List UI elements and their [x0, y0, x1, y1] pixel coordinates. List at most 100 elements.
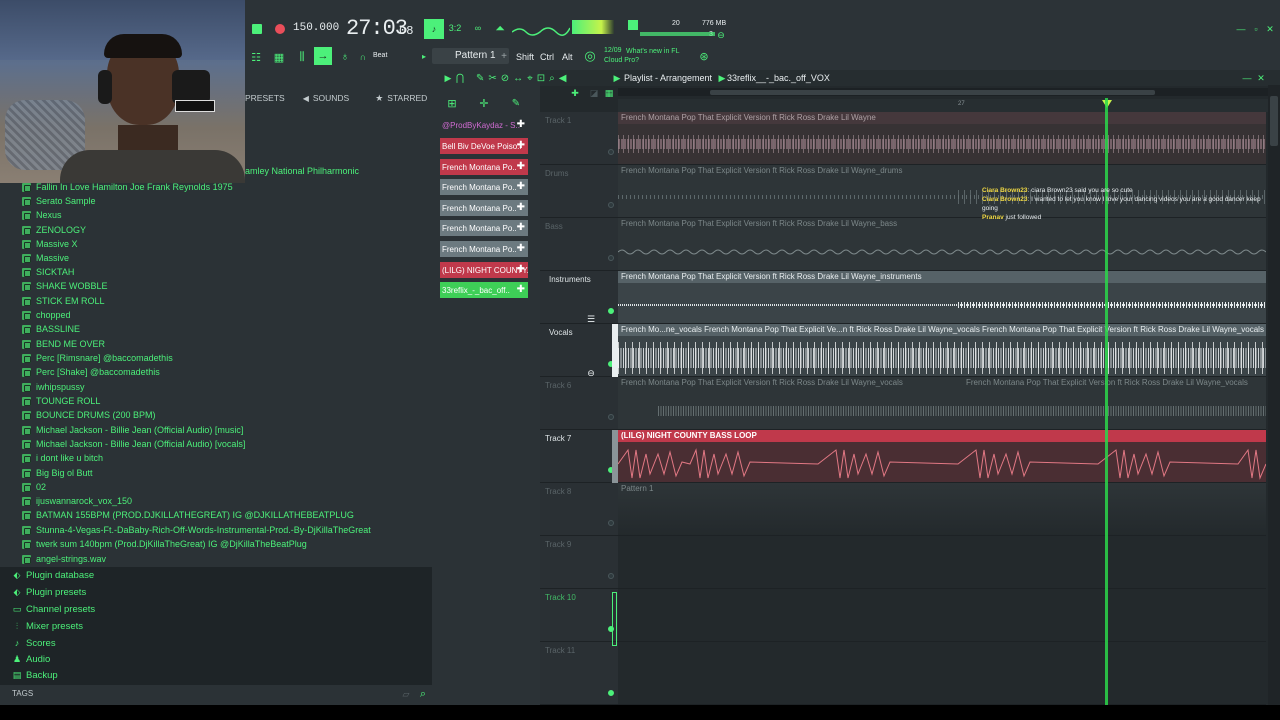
piano-roll-icon[interactable]: ▦	[271, 50, 287, 64]
tempo-display[interactable]: 150.000	[293, 22, 339, 34]
shortcut-scores[interactable]: ♪ Scores	[12, 635, 56, 651]
track-header[interactable]: Track 8	[540, 483, 618, 536]
step-edit-icon[interactable]: ⏶	[492, 20, 508, 36]
playlist-close-icon[interactable]: ✕	[1256, 73, 1266, 83]
scrollbar-thumb[interactable]	[1270, 96, 1278, 146]
track-lane[interactable]: French Montana Pop That Explicit Version…	[618, 377, 1266, 430]
browser-item[interactable]: twerk sum 140bpm (Prod.DjKillaTheGreat) …	[22, 537, 307, 551]
browser-item[interactable]: Massive	[22, 251, 69, 265]
browser-item[interactable]: SHAKE WOBBLE	[22, 279, 108, 293]
browser-item[interactable]: BASSLINE	[22, 322, 80, 336]
channel-button[interactable]: Bell Biv DeVoe Poiso.. ✚	[440, 138, 528, 154]
audio-clip[interactable]: French Montana Pop That Explicit Version…	[618, 377, 1266, 429]
track-lane[interactable]: (LILG) NIGHT COUNTY BASS LOOP	[618, 430, 1266, 483]
track-lane[interactable]	[618, 589, 1266, 642]
channel-add-icon[interactable]: ✚	[517, 264, 525, 275]
browser-item[interactable]: Michael Jackson - Billie Jean (Official …	[22, 423, 243, 437]
magnet-icon[interactable]: ∩	[358, 50, 368, 64]
ctrl-key[interactable]: Ctrl	[540, 52, 554, 62]
track-mute-led[interactable]	[608, 255, 614, 261]
playlist-tools[interactable]: ✎✂⊘↔⌖⊡⌕◀	[476, 72, 592, 84]
timeline-ruler[interactable]	[618, 99, 1268, 112]
channel-add-icon[interactable]: ✚	[517, 161, 525, 172]
channel-button[interactable]: French Montana Po.. ✚	[440, 220, 528, 236]
channel-add-icon[interactable]: ✚	[517, 119, 525, 130]
channel-rack-icon[interactable]: →	[314, 47, 332, 65]
track-link-icon[interactable]: ⊖	[586, 368, 596, 378]
browser-item[interactable]: ZENOLOGY	[22, 223, 86, 237]
step-icon[interactable]: ✛	[478, 97, 490, 110]
audio-clip[interactable]: French Montana Pop That Explicit Version…	[618, 271, 1266, 323]
channel-button[interactable]: @ProdByKaydaz - S.. ✚	[440, 117, 528, 133]
channel-add-icon[interactable]: ✚	[517, 140, 525, 151]
browser-item[interactable]: Michael Jackson - Billie Jean (Official …	[22, 437, 245, 451]
browser-folder-header[interactable]: amley National Philharmonic	[245, 166, 359, 176]
pattern-add-icon[interactable]: +	[500, 51, 508, 62]
restore-icon[interactable]: ▫	[1251, 24, 1261, 34]
track-mute-led[interactable]	[608, 690, 614, 696]
link-icon[interactable]: ⊖	[716, 30, 726, 40]
tab-starred[interactable]: ★ STARRED	[375, 93, 427, 104]
shortcut-channel-presets[interactable]: ▭ Channel presets	[12, 601, 95, 617]
browser-item[interactable]: Perc [Shake] @baccomadethis	[22, 365, 160, 379]
track-mute-led[interactable]	[608, 308, 614, 314]
browser-item[interactable]: TOUNGE ROLL	[22, 394, 100, 408]
shortcut-mixer-presets[interactable]: ⫶ Mixer presets	[12, 618, 83, 634]
track-mute-led[interactable]	[608, 414, 614, 420]
playlist-menu-icon[interactable]: ⋂	[455, 73, 465, 84]
audio-clip[interactable]: (LILG) NIGHT COUNTY BASS LOOP	[618, 430, 1266, 482]
track-lane[interactable]: French Montana Pop That Explicit Version…	[618, 112, 1266, 165]
alt-key[interactable]: Alt	[562, 52, 573, 62]
playlist-play-icon[interactable]: ▶	[443, 73, 453, 83]
browser-item[interactable]: i dont like u bitch	[22, 451, 103, 465]
audio-clip[interactable]: French Montana Pop That Explicit Version…	[618, 112, 1266, 164]
channel-button[interactable]: French Montana Po.. ✚	[440, 241, 528, 257]
browser-item[interactable]: STICK EM ROLL	[22, 294, 105, 308]
channel-button[interactable]: French Montana Po.. ✚	[440, 200, 528, 216]
browser-item[interactable]: iwhipspussy	[22, 380, 85, 394]
shortcut-plugin-presets[interactable]: ⬖ Plugin presets	[12, 584, 87, 600]
channel-add-icon[interactable]: ✚	[517, 222, 525, 233]
track-mute-led[interactable]	[608, 202, 614, 208]
shortcut-plugin-database[interactable]: ⬖ Plugin database	[12, 567, 95, 583]
tags-label[interactable]: TAGS	[12, 689, 33, 698]
vertical-scrollbar[interactable]	[1268, 85, 1280, 705]
countdown-icon[interactable]: 3:2	[447, 20, 463, 36]
track-header[interactable]: Track 11	[540, 642, 618, 705]
mic-icon[interactable]: ♁	[338, 50, 352, 64]
loop-record-icon[interactable]: ∞	[470, 20, 486, 36]
playlist-snap-icon[interactable]: ✚	[570, 88, 580, 98]
shortcut-backup[interactable]: ▤ Backup	[12, 667, 58, 683]
track-header[interactable]: Track 7	[540, 430, 618, 483]
browser-item[interactable]: chopped	[22, 308, 71, 322]
pattern-clip[interactable]: Pattern 1	[618, 483, 1266, 535]
channel-button[interactable]: French Montana Po.. ✚	[440, 159, 528, 175]
playlist-pattern-name[interactable]: 33reflix__-_bac._off_VOX	[727, 73, 830, 83]
minimize-icon[interactable]: —	[1236, 24, 1246, 34]
browser-item[interactable]: Serato Sample	[22, 194, 96, 208]
track-mute-led[interactable]	[608, 149, 614, 155]
playlist-view-icon[interactable]: ▦	[604, 88, 614, 98]
browser-item[interactable]: 02	[22, 480, 46, 494]
playlist-tool-icon[interactable]: ◪	[589, 88, 599, 98]
browser-item[interactable]: SICKTAH	[22, 265, 74, 279]
track-header[interactable]: Track 10	[540, 589, 618, 642]
mixer-icon[interactable]: ⫼	[294, 50, 310, 64]
pencil-icon[interactable]: ✎	[510, 97, 522, 109]
track-mute-led[interactable]	[608, 520, 614, 526]
channel-add-icon[interactable]: ✚	[517, 181, 525, 192]
horizontal-scrollbar[interactable]	[710, 90, 1155, 95]
pattern-prev-icon[interactable]: ▸	[420, 52, 428, 61]
graph-icon[interactable]: ⊞	[446, 97, 458, 110]
track-lane[interactable]	[618, 536, 1266, 589]
browser-item[interactable]: ijuswannarock_vox_150	[22, 494, 132, 508]
browser-item[interactable]: Big Big ol Butt	[22, 466, 93, 480]
globe-icon[interactable]: ⊛	[698, 50, 710, 63]
playlist-icon[interactable]: ☷	[248, 50, 264, 64]
channel-add-icon[interactable]: ✚	[517, 284, 525, 295]
track-header[interactable]: Drums	[540, 165, 618, 218]
track-header[interactable]: Vocals	[540, 324, 618, 377]
news-text[interactable]: What's new in FL Cloud Pro?	[604, 47, 694, 65]
browser-item[interactable]: BATMAN 155BPM (PROD.DJKILLATHEGREAT) IG …	[22, 508, 354, 522]
shortcut-audio[interactable]: ♟ Audio	[12, 651, 50, 667]
